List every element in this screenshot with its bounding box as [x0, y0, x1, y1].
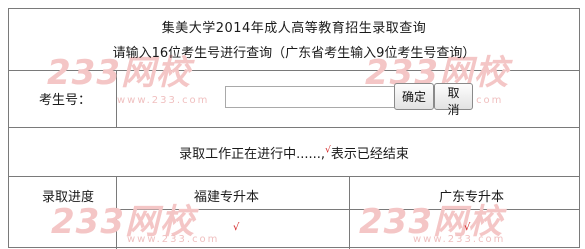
admission-query-table: 233网校 233网校 www.233.com www.233.com 233网…	[8, 8, 580, 249]
confirm-button[interactable]: 确定	[394, 83, 434, 110]
column-header-fujian: 福建专升本	[194, 190, 260, 205]
column-divider	[349, 177, 350, 249]
sub-row-divider	[116, 209, 579, 210]
progress-row: 录取进度 福建专升本 广东专升本 √ √	[9, 177, 579, 249]
status-message: 录取工作正在进行中......,√表示已经结束	[9, 143, 579, 162]
exam-number-label: 考生号：	[39, 93, 92, 108]
page-title: 集美大学2014年成人高等教育招生录取查询	[161, 21, 427, 36]
query-instructions: 请输入16位考生号进行查询（广东省考生输入9位考生号查询）	[112, 46, 476, 61]
status-text: 录取工作正在进行中......,	[179, 147, 326, 162]
column-divider	[116, 71, 117, 127]
cancel-button[interactable]: 取消	[434, 83, 473, 117]
status-suffix: 表示已经结束	[330, 147, 409, 162]
status-row: 录取工作正在进行中......,√表示已经结束	[9, 128, 579, 177]
column-header-guangdong: 广东专升本	[439, 190, 505, 205]
exam-number-row: 考生号： 确定 取消	[9, 71, 579, 128]
exam-number-input[interactable]	[225, 86, 395, 108]
progress-label: 录取进度	[42, 190, 95, 205]
check-mark-icon: √	[233, 222, 240, 233]
header-row: 集美大学2014年成人高等教育招生录取查询 请输入16位考生号进行查询（广东省考…	[9, 9, 579, 71]
column-divider	[116, 177, 117, 249]
check-mark-icon: √	[464, 222, 471, 233]
